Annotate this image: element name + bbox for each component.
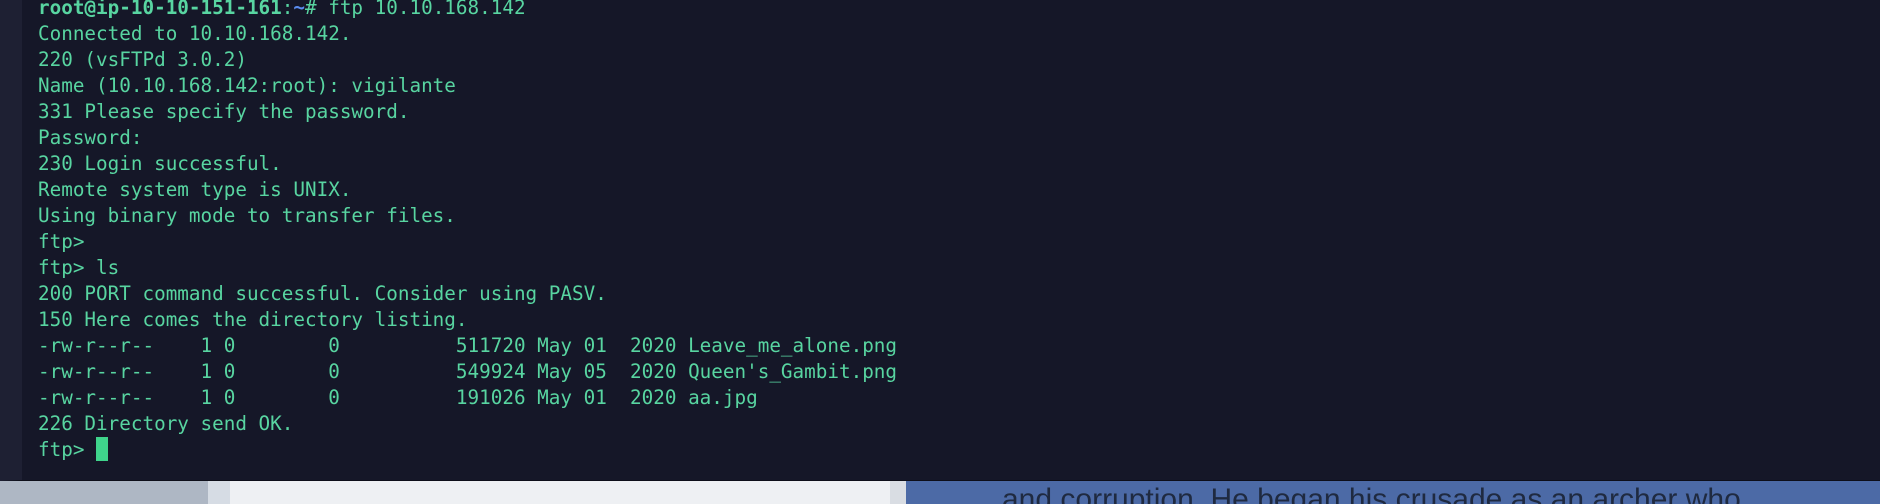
- output-line: ftp>: [38, 230, 85, 253]
- output-line: 200 PORT command successful. Consider us…: [38, 282, 607, 305]
- output-line: Connected to 10.10.168.142.: [38, 22, 352, 45]
- terminal-window[interactable]: root@ip-10-10-151-161:~# ftp 10.10.168.1…: [0, 0, 1880, 481]
- text-cursor: [96, 437, 109, 461]
- file-listing-row: -rw-r--r-- 1 0 0 511720 May 01 2020 Leav…: [38, 334, 898, 357]
- background-page: [230, 481, 890, 504]
- terminal-output: root@ip-10-10-151-161:~# ftp 10.10.168.1…: [38, 0, 897, 463]
- background-window-edge: [0, 481, 208, 504]
- background-divider: [208, 481, 230, 504]
- file-listing-row: -rw-r--r-- 1 0 0 549924 May 05 2020 Quee…: [38, 360, 898, 383]
- output-line: 230 Login successful.: [38, 152, 282, 175]
- prompt-user-host: root@ip-10-10-151-161: [38, 0, 282, 19]
- ftp-prompt: ftp>: [38, 438, 97, 461]
- output-line: ftp> ls: [38, 256, 120, 279]
- output-line: 220 (vsFTPd 3.0.2): [38, 48, 247, 71]
- ftp-input-line[interactable]: ftp>: [38, 437, 897, 463]
- output-line: Using binary mode to transfer files.: [38, 204, 456, 227]
- output-line: 331 Please specify the password.: [38, 100, 410, 123]
- prompt-path: ~: [293, 0, 305, 19]
- prompt-command: ftp 10.10.168.142: [328, 0, 526, 19]
- background-divider: [890, 481, 906, 504]
- output-line: Remote system type is UNIX.: [38, 178, 352, 201]
- shell-prompt-line: root@ip-10-10-151-161:~# ftp 10.10.168.1…: [38, 0, 897, 21]
- output-line: 150 Here comes the directory listing.: [38, 308, 468, 331]
- background-article-text: and corruption. He began his crusade as …: [1002, 483, 1741, 504]
- output-line: Name (10.10.168.142:root): vigilante: [38, 74, 456, 97]
- output-line: 226 Directory send OK.: [38, 412, 294, 435]
- output-line: Password:: [38, 126, 143, 149]
- background-article-panel: and corruption. He began his crusade as …: [906, 481, 1880, 504]
- file-listing-row: -rw-r--r-- 1 0 0 191026 May 01 2020 aa.j…: [38, 386, 758, 409]
- prompt-symbol: #: [305, 0, 329, 19]
